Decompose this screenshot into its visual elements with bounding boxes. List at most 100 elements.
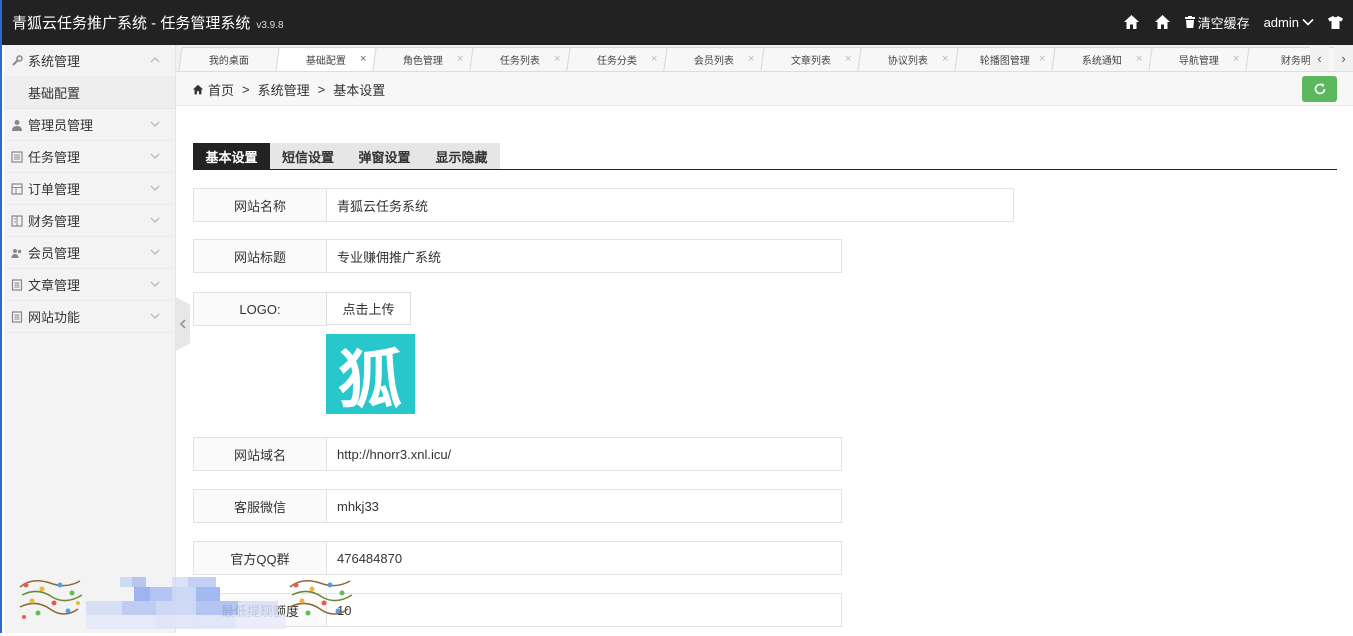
chevron-down-icon: [150, 121, 160, 127]
withdraw-input[interactable]: [327, 593, 842, 627]
tab-navigation[interactable]: 导航管理 ×: [1148, 47, 1250, 71]
close-icon[interactable]: ×: [554, 53, 560, 65]
withdraw-label: 最低提现额度: [193, 593, 327, 627]
sidebar-item-members[interactable]: 会员管理: [4, 237, 175, 269]
sidebar-item-label: 管理员管理: [28, 118, 94, 133]
close-icon[interactable]: ×: [360, 53, 366, 65]
sidebar-item-label: 订单管理: [28, 182, 81, 197]
breadcrumb-home[interactable]: 首页: [208, 80, 234, 99]
tab-task-category[interactable]: 任务分类 ×: [566, 47, 668, 71]
sidebar-item-articles[interactable]: 文章管理: [4, 269, 175, 301]
clear-cache-label: 清空缓存: [1197, 15, 1250, 31]
document-icon: [10, 278, 24, 292]
breadcrumb-separator: >: [317, 82, 326, 97]
site-title-input[interactable]: [327, 239, 842, 273]
close-icon[interactable]: ×: [942, 53, 948, 65]
close-icon[interactable]: ×: [651, 53, 657, 65]
tab-strip: 我的桌面 基础配置 × 角色管理 × 任务列表 × 任务分类 × 会员列表 × 文章列表 ×…: [176, 45, 1353, 72]
user-icon: [10, 118, 24, 132]
tab-sms-settings[interactable]: 短信设置: [270, 143, 346, 169]
users-icon: [10, 246, 24, 260]
site-title-label: 网站标题: [193, 239, 327, 273]
close-icon[interactable]: ×: [748, 53, 754, 65]
close-icon[interactable]: ×: [457, 53, 463, 65]
close-icon[interactable]: ×: [845, 53, 851, 65]
tab-popup-settings[interactable]: 弹窗设置: [346, 143, 423, 169]
site-name-label: 网站名称: [193, 188, 327, 222]
tab-finance[interactable]: 财务明: [1245, 47, 1347, 71]
form-row-domain: 网站域名: [193, 437, 842, 471]
table-icon: [10, 182, 24, 196]
service-wechat-label: 客服微信: [193, 489, 327, 523]
sidebar-subitem-basic-config[interactable]: 基础配置: [4, 77, 175, 109]
breadcrumb-level1[interactable]: 系统管理: [258, 80, 310, 99]
tab-visibility-settings[interactable]: 显示隐藏: [423, 143, 500, 169]
app-title: 青狐云任务推广系统 - 任务管理系统: [12, 15, 251, 32]
tab-basic-settings[interactable]: 基本设置: [193, 143, 270, 169]
tab-task-list[interactable]: 任务列表 ×: [469, 47, 571, 71]
tab-carousel[interactable]: 轮播图管理 ×: [954, 47, 1056, 71]
sidebar-item-system[interactable]: 系统管理: [4, 45, 175, 77]
chevron-down-icon: [150, 217, 160, 223]
sidebar-item-tasks[interactable]: 任务管理: [4, 141, 175, 173]
form-row-logo: LOGO:: [193, 292, 327, 326]
sidebar-item-label: 任务管理: [28, 150, 81, 165]
tab-agreement-list[interactable]: 协议列表 ×: [857, 47, 959, 71]
sidebar-item-admins[interactable]: 管理员管理: [4, 109, 175, 141]
tab-scroll-right[interactable]: ›: [1334, 45, 1353, 71]
sidebar-item-site-features[interactable]: 网站功能: [4, 301, 175, 333]
site-domain-input[interactable]: [327, 437, 842, 471]
qq-group-input[interactable]: [327, 541, 842, 575]
chevron-up-icon: [150, 57, 160, 63]
breadcrumb: 首页 > 系统管理 > 基本设置: [192, 80, 385, 99]
chevron-left-icon: ‹: [1317, 50, 1322, 66]
sidebar: 系统管理 基础配置 管理员管理 任务管理 订单管理 财务管理 会员管理 文章管理…: [4, 45, 176, 633]
theme-button[interactable]: [1328, 15, 1343, 29]
close-icon[interactable]: ×: [1233, 53, 1239, 65]
home-icon: [1123, 15, 1139, 29]
tab-desktop[interactable]: 我的桌面: [178, 47, 280, 71]
close-icon[interactable]: ×: [1136, 53, 1142, 65]
site-name-input[interactable]: [327, 188, 1014, 222]
close-icon[interactable]: ×: [1039, 53, 1045, 65]
tab-article-list[interactable]: 文章列表 ×: [760, 47, 862, 71]
settings-tabs: 基本设置 短信设置 弹窗设置 显示隐藏: [193, 143, 1337, 170]
sidebar-item-finance[interactable]: 财务管理: [4, 205, 175, 237]
tshirt-icon: [1328, 15, 1343, 29]
form-row-site-title: 网站标题: [193, 239, 842, 273]
sidebar-item-label: 网站功能: [28, 310, 81, 325]
sidebar-item-label: 系统管理: [28, 54, 81, 69]
clear-cache-button[interactable]: 清空缓存: [1184, 13, 1250, 32]
tab-label: 我的桌面: [208, 56, 249, 67]
fox-logo-icon: 狐: [326, 334, 415, 414]
sidebar-item-orders[interactable]: 订单管理: [4, 173, 175, 205]
home-button[interactable]: [1123, 14, 1140, 30]
logo-char: 狐: [338, 343, 402, 414]
breadcrumb-current: 基本设置: [333, 83, 386, 98]
chevron-right-icon: ›: [1341, 50, 1346, 66]
trash-icon: [1184, 16, 1195, 28]
app-brand: 青狐云任务推广系统 - 任务管理系统 v3.9.8: [12, 12, 284, 33]
refresh-button[interactable]: [1302, 76, 1337, 102]
tab-roles[interactable]: 角色管理 ×: [372, 47, 474, 71]
chevron-down-icon: [150, 185, 160, 191]
tab-scroll-left[interactable]: ‹: [1310, 45, 1329, 71]
chevron-down-icon: [1302, 18, 1314, 26]
user-menu[interactable]: admin: [1264, 15, 1314, 30]
tab-notifications[interactable]: 系统通知 ×: [1051, 47, 1153, 71]
ledger-icon: [10, 214, 24, 228]
tab-member-list[interactable]: 会员列表 ×: [663, 47, 765, 71]
service-wechat-input[interactable]: [327, 489, 842, 523]
sidebar-subitem-label: 基础配置: [28, 86, 81, 101]
home-button-2[interactable]: [1154, 14, 1171, 30]
upload-button[interactable]: 点击上传: [326, 292, 411, 325]
tab-basic-config[interactable]: 基础配置 ×: [275, 47, 377, 71]
tab-label: 财务明: [1280, 56, 1311, 67]
list-icon: [10, 150, 24, 164]
chevron-down-icon: [150, 249, 160, 255]
sidebar-item-label: 会员管理: [28, 246, 81, 261]
document-icon: [10, 310, 24, 324]
sidebar-item-label: 文章管理: [28, 278, 81, 293]
wrench-icon: [10, 54, 24, 68]
top-header: 青狐云任务推广系统 - 任务管理系统 v3.9.8 清空缓存 admin: [2, 0, 1353, 45]
